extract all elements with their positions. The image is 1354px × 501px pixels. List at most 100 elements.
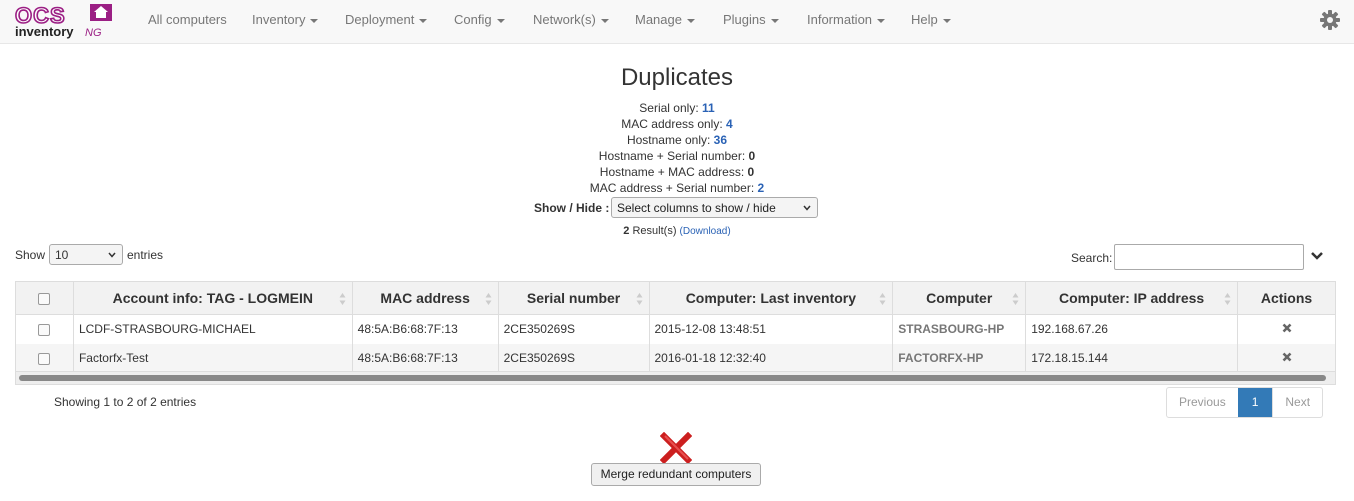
column-header[interactable]: Computer [892,281,1027,315]
show-hide-label: Show / Hide : [534,201,610,215]
row-select-cell[interactable] [15,343,74,373]
merge-redundant-button[interactable]: Merge redundant computers [591,463,761,486]
scrollbar-thumb[interactable] [19,375,1326,381]
duplicate-stat: Hostname only: 36 [0,133,1354,147]
table-info: Showing 1 to 2 of 2 entries [54,395,197,409]
search-label: Search: [1071,251,1113,265]
nav-item-label: Plugins [723,12,766,27]
cell-mac: 48:5A:B6:68:7F:13 [351,343,499,373]
chevron-down-icon [803,205,811,211]
stat-label: Hostname + Serial number: [598,149,749,163]
nav-item-label: Manage [635,12,682,27]
stat-value[interactable]: 2 [758,181,765,195]
page-1-button[interactable]: 1 [1237,388,1273,417]
nav-item-label: Deployment [345,12,415,27]
duplicate-stat: MAC address + Serial number: 2 [0,181,1354,195]
cell-account: Factorfx-Test [72,343,353,373]
caret-down-icon [877,18,886,23]
caret-down-icon [770,18,779,23]
stat-value: 0 [747,165,755,179]
duplicate-stat: Hostname + MAC address: 0 [0,165,1354,179]
nav-item-label: Config [454,12,492,27]
table-row: Factorfx-Test 48:5A:B6:68:7F:13 2CE350269S… [15,343,1336,373]
nav-item-all-computers[interactable]: All computers [148,12,227,27]
column-header-label: Account info: TAG - LOGMEIN [112,290,313,306]
delete-icon[interactable] [1282,352,1292,362]
show-label: Show [15,248,46,262]
column-header-label: Computer [926,290,993,306]
svg-text:inventory: inventory [15,24,74,39]
sort-icon [1224,293,1231,305]
delete-x-icon [660,432,692,464]
table-header-row: Account info: TAG - LOGMEIN MAC address Se… [15,281,1336,315]
column-header[interactable]: MAC address [351,281,499,315]
row-checkbox[interactable] [38,352,51,365]
table-row: LCDF-STRASBOURG-MICHAEL 48:5A:B6:68:7F:13… [15,314,1336,344]
caret-down-icon [600,18,609,23]
columns-select[interactable]: Select columns to show / hide [611,197,818,218]
nav-item-config[interactable]: Config [454,12,505,27]
gear-icon[interactable] [1319,9,1341,31]
cell-serial: 2CE350269S [497,314,650,344]
row-checkbox[interactable] [38,324,51,337]
caret-down-icon [496,18,505,23]
stat-value[interactable]: 4 [726,117,733,131]
column-header[interactable]: Computer: Last inventory [648,281,894,315]
caret-down-icon [419,18,428,23]
nav-item-plugins[interactable]: Plugins [723,12,779,27]
caret-down-icon [942,18,951,23]
select-all-header[interactable] [15,281,74,315]
previous-button[interactable]: Previous [1167,388,1238,417]
pagination: Previous 1 Next [1166,387,1324,418]
chevron-down-icon[interactable] [1310,250,1324,262]
results-label: Result(s) [629,225,680,237]
duplicate-stat: Hostname + Serial number: 0 [0,149,1354,163]
duplicate-stat: MAC address only: 4 [0,117,1354,131]
cell-last-inventory: 2015-12-08 13:48:51 [648,314,894,344]
download-link[interactable]: (Download) [680,226,731,237]
cell-last-inventory: 2016-01-18 12:32:40 [648,343,894,373]
caret-down-icon [310,18,319,23]
stat-label: Hostname + MAC address: [599,165,748,179]
search-input[interactable] [1114,244,1304,270]
nav-item-help[interactable]: Help [911,12,951,27]
nav-item-network-s[interactable]: Network(s) [533,12,609,27]
cell-account: LCDF-STRASBOURG-MICHAEL [72,314,353,344]
column-header-label: Actions [1260,290,1313,306]
nav-item-label: All computers [148,12,227,27]
nav-item-information[interactable]: Information [807,12,886,27]
delete-icon[interactable] [1282,323,1292,333]
column-header[interactable]: Computer: IP address [1025,281,1238,315]
page-title: Duplicates [620,64,734,91]
column-header[interactable]: Account info: TAG - LOGMEIN [72,281,353,315]
cell-computer[interactable]: STRASBOURG-HP [892,314,1027,344]
row-select-cell[interactable] [15,314,74,344]
cell-ip: 172.18.15.144 [1025,343,1238,373]
actions-cell [1237,343,1336,373]
select-all-checkbox[interactable] [38,293,51,306]
column-header[interactable]: Serial number [497,281,650,315]
cell-computer[interactable]: FACTORFX-HP [892,343,1027,373]
nav-item-manage[interactable]: Manage [635,12,695,27]
next-button[interactable]: Next [1272,388,1322,417]
nav-item-inventory[interactable]: Inventory [252,12,319,27]
sort-icon [339,293,346,305]
horizontal-scrollbar[interactable] [15,371,1336,385]
nav-item-label: Inventory [252,12,306,27]
top-navbar: OCS inventory NG All computers Inventory D… [0,0,1354,44]
column-header-label: Serial number [526,290,621,306]
entries-select[interactable]: 10 [49,244,123,265]
actions-cell [1237,314,1336,344]
entries-label: entries [127,248,164,262]
column-header-label: MAC address [380,290,470,306]
nav-item-label: Information [807,12,873,27]
stat-label: MAC address + Serial number: [589,181,758,195]
results-line: 2 Result(s) (Download) [0,225,1354,237]
stat-value[interactable]: 36 [714,133,727,147]
stat-value[interactable]: 11 [702,101,715,115]
svg-text:NG: NG [85,27,102,39]
ocs-inventory-logo[interactable]: OCS inventory NG [14,2,114,40]
nav-item-deployment[interactable]: Deployment [345,12,428,27]
stat-label: MAC address only: [621,117,727,131]
sort-icon [485,293,492,305]
